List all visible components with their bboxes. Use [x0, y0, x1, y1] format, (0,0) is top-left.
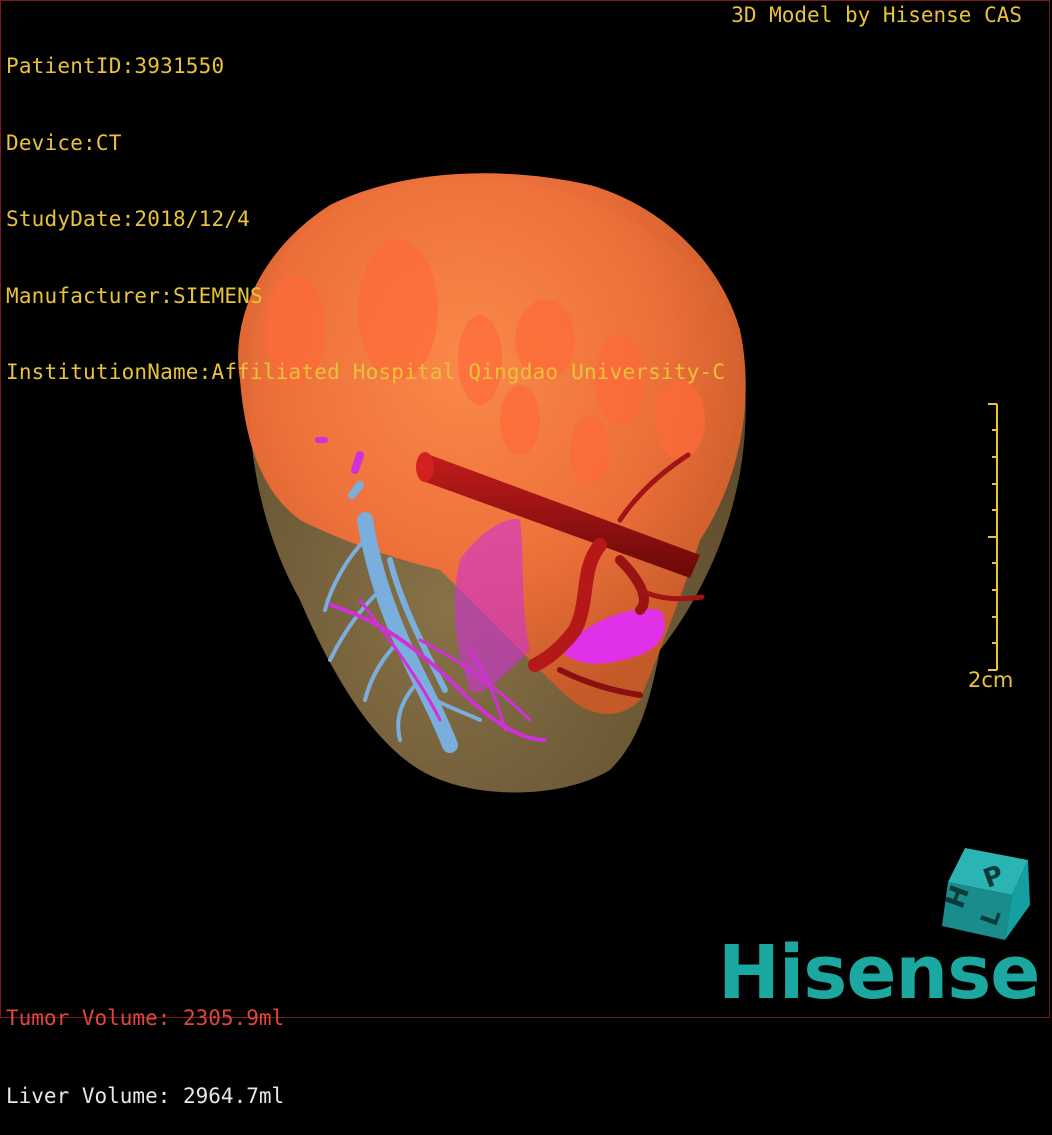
institution-text: InstitutionName:Affiliated Hospital Qing… [6, 360, 726, 384]
manufacturer-text: Manufacturer:SIEMENS [6, 283, 263, 308]
device-text: Device:CT [6, 130, 122, 155]
model-credit: 3D Model by Hisense CAS [731, 3, 1022, 27]
study-info-panel: PatientID:3931550 Device:CT StudyDate:20… [6, 3, 725, 411]
tumor-volume-text: Tumor Volume: 2305.9ml [6, 1006, 285, 1030]
study-date-text: StudyDate:2018/12/4 [6, 207, 251, 231]
scale-label: 2cm [968, 668, 1014, 692]
scale-bar [988, 403, 998, 671]
liver-volume-text: Liver Volume: 2964.7ml [6, 1084, 285, 1108]
hisense-logo: Hisense [718, 930, 1040, 1016]
patient-id-text: PatientID:3931550 [6, 54, 225, 78]
volume-panel: Tumor Volume: 2305.9ml Liver Volume: 296… [6, 953, 284, 1135]
orientation-cube[interactable]: H P L [940, 848, 1030, 940]
